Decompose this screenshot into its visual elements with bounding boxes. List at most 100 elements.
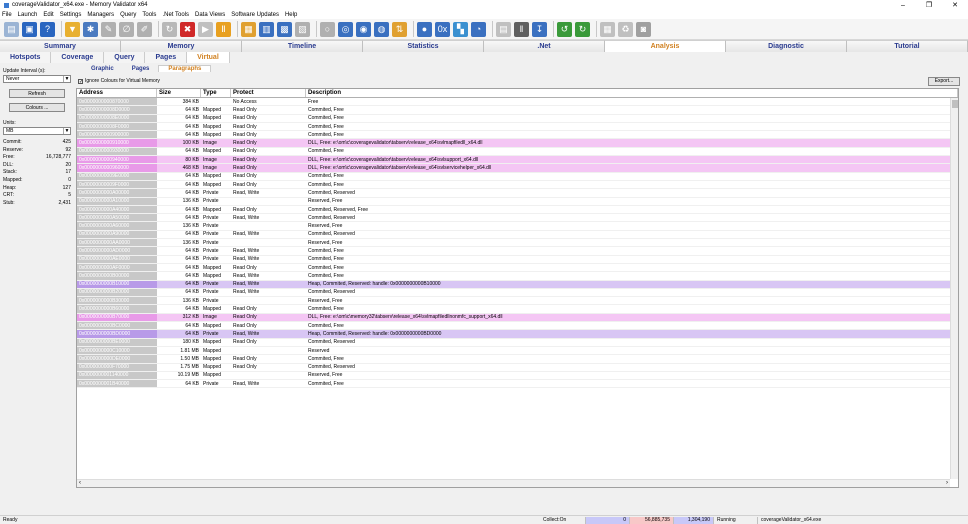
menu-query[interactable]: Query [120,12,136,18]
layout-icon[interactable]: ▦ [241,21,256,37]
close-button[interactable]: ✕ [942,1,968,9]
threads-icon[interactable]: ▧ [295,21,310,37]
refresh-button[interactable]: Refresh [9,89,65,98]
menu-launch[interactable]: Launch [18,12,38,18]
watermark-icon[interactable]: ▥ [259,21,274,37]
filter-icon[interactable]: ▼ [65,21,80,37]
hex-icon[interactable]: 0x [435,21,450,37]
table-row[interactable]: 0x0000000000B10000 64 KB Private Read, Writ… [77,280,958,289]
column-header-protect[interactable]: Protect [231,89,306,97]
table-row[interactable]: 0x0000000000A60000 136 KB Private Reserved,… [77,222,958,231]
menu-help[interactable]: Help [285,12,297,18]
new-icon[interactable]: ▤ [4,21,19,37]
hooks-icon[interactable]: ▩ [277,21,292,37]
tab-memory[interactable]: Memory [121,40,242,52]
settings-icon[interactable]: ✱ [83,21,98,37]
play-icon[interactable]: ▶ [198,21,213,37]
column-header-type[interactable]: Type [201,89,231,97]
export-icon[interactable]: ↧ [532,21,547,37]
export-button[interactable]: Export... [928,76,960,86]
stop-icon[interactable]: ✖ [180,21,195,37]
refresh-all-icon[interactable]: ↻ [575,21,590,37]
table-row[interactable]: 0x0000000000B60000 64 KB Mapped Read Only Co… [77,305,958,314]
inner-tab-graphic[interactable]: Graphic [82,66,123,72]
table-row[interactable]: 0x0000000000B20000 64 KB Private Read, Writ… [77,288,958,298]
column-header-address[interactable]: Address [77,89,157,97]
units-select[interactable]: MB ▼ [3,127,71,135]
table-row[interactable]: 0x0000000000DE0000 1.50 MB Mapped Read Only… [77,355,958,364]
horizontal-scrollbar[interactable]: ‹ › [77,479,950,487]
tab-timeline[interactable]: Timeline [242,40,363,52]
minimize-button[interactable]: – [890,2,916,9]
menu-net-tools[interactable]: .Net Tools [162,12,189,18]
subtab-virtual[interactable]: Virtual [187,52,230,63]
pause-icon[interactable]: Ⅱ [216,21,231,37]
pie-icon[interactable]: ◔ [471,21,486,37]
subtab-hotspots[interactable]: Hotspots [0,52,52,63]
table-row[interactable]: 0x0000000000A50000 64 KB Private Read, Writ… [77,214,958,223]
menu-file[interactable]: File [2,12,12,18]
find-icon[interactable]: ◎ [338,21,353,37]
table-row[interactable]: 0x00000000008F0000 64 KB Mapped Read Only Co… [77,122,958,132]
tab-diagnostic[interactable]: Diagnostic [726,40,847,52]
table-row[interactable]: 0x00000000009E0000 64 KB Mapped Read Only Co… [77,172,958,181]
subtab-pages[interactable]: Pages [145,52,188,63]
menu-edit[interactable]: Edit [43,12,53,18]
wrench-icon[interactable]: ✐ [137,21,152,37]
table-row[interactable]: 0x00000000009F0000 64 KB Mapped Read Only Co… [77,180,958,190]
grid-icon[interactable]: ▦ [600,21,615,37]
colours-button[interactable]: Colours ... [9,103,65,112]
menu-settings[interactable]: Settings [60,12,82,18]
table-row[interactable]: 0x0000000000AF0000 64 KB Mapped Read Only Co… [77,263,958,273]
table-row[interactable]: 0x0000000000AE0000 64 KB Private Read, Writ… [77,255,958,264]
table-row[interactable]: 0x00000000008E0000 64 KB Mapped Read Only Co… [77,114,958,123]
inner-tab-pages[interactable]: Pages [123,66,159,72]
table-row[interactable]: 0x0000000000A40000 64 KB Mapped Read Only Co… [77,205,958,215]
attach-icon[interactable]: ∅ [119,21,134,37]
table-row[interactable]: 0x0000000000BE0000 180 KB Mapped Read Only C… [77,338,958,347]
scroll-right-icon[interactable]: › [946,480,948,487]
table-row[interactable]: 0x0000000000AD0000 64 KB Private Read, Writ… [77,247,958,256]
help-icon[interactable]: ? [40,21,55,37]
menu-tools[interactable]: Tools [142,12,156,18]
table-row[interactable]: 0x0000000000B70000 312 KB Image Read Only DL… [77,313,958,323]
column-header-size[interactable]: Size [157,89,201,97]
table-row[interactable]: 0x0000000001B40000 64 KB Private Read, Writ… [77,380,958,389]
tab-analysis[interactable]: Analysis [605,40,726,52]
column-header-description[interactable]: Description [306,89,958,97]
menu-managers[interactable]: Managers [87,12,114,18]
subtab-query[interactable]: Query [104,52,146,63]
update-interval-select[interactable]: Never ▼ [3,75,71,83]
table-row[interactable]: 0x0000000000BD0000 64 KB Private Read, Writ… [77,330,958,339]
table-row[interactable]: 0x0000000001140000 10.19 MB Mapped Reserved… [77,371,958,381]
table-row[interactable]: 0x0000000000BC0000 64 KB Mapped Read Only Co… [77,322,958,331]
query-icon[interactable]: ◍ [374,21,389,37]
table-row[interactable]: 0x0000000000870000 384 KB No Access Free [77,98,958,107]
menu-software-updates[interactable]: Software Updates [231,12,279,18]
columns-icon[interactable]: ‖ [514,21,529,37]
inner-tab-paragraphs[interactable]: Paragraphs [158,65,212,72]
maximize-button[interactable]: ❐ [916,1,942,9]
tab-net[interactable]: .Net [484,40,605,52]
search-icon[interactable]: ○ [320,21,335,37]
table-row[interactable]: 0x0000000000910000 100 KB Image Read Only DL… [77,139,958,148]
table-row[interactable]: 0x0000000000940000 80 KB Image Read Only DLL… [77,156,958,165]
scroll-thumb[interactable] [952,100,958,108]
table-row[interactable]: 0x0000000000A10000 136 KB Private Reserved,… [77,197,958,206]
table-row[interactable]: 0x0000000000A00000 64 KB Private Read, Writ… [77,189,958,198]
table-row[interactable]: 0x0000000000900000 64 KB Mapped Read Only Co… [77,131,958,140]
table-row[interactable]: 0x0000000000B30000 136 KB Private Reserved,… [77,297,958,306]
database-icon[interactable]: ▤ [496,21,511,37]
refresh-green-icon[interactable]: ↺ [557,21,572,37]
vertical-scrollbar[interactable] [950,98,958,479]
table-row[interactable]: 0x0000000000F70000 1.75 MB Mapped Read Only… [77,363,958,372]
camera-icon[interactable]: ◙ [636,21,651,37]
tab-summary[interactable]: Summary [0,40,121,52]
compare-icon[interactable]: ⇅ [392,21,407,37]
table-row[interactable]: 0x0000000000C10000 1.81 MB Mapped Reserved [77,346,958,356]
scroll-left-icon[interactable]: ‹ [79,480,81,487]
menu-data-views[interactable]: Data Views [195,12,225,18]
table-row[interactable]: 0x00000000008D0000 64 KB Mapped Read Only Co… [77,106,958,115]
table-row[interactable]: 0x0000000000960000 468 KB Image Read Only DL… [77,164,958,173]
zoom-icon[interactable]: ◉ [356,21,371,37]
